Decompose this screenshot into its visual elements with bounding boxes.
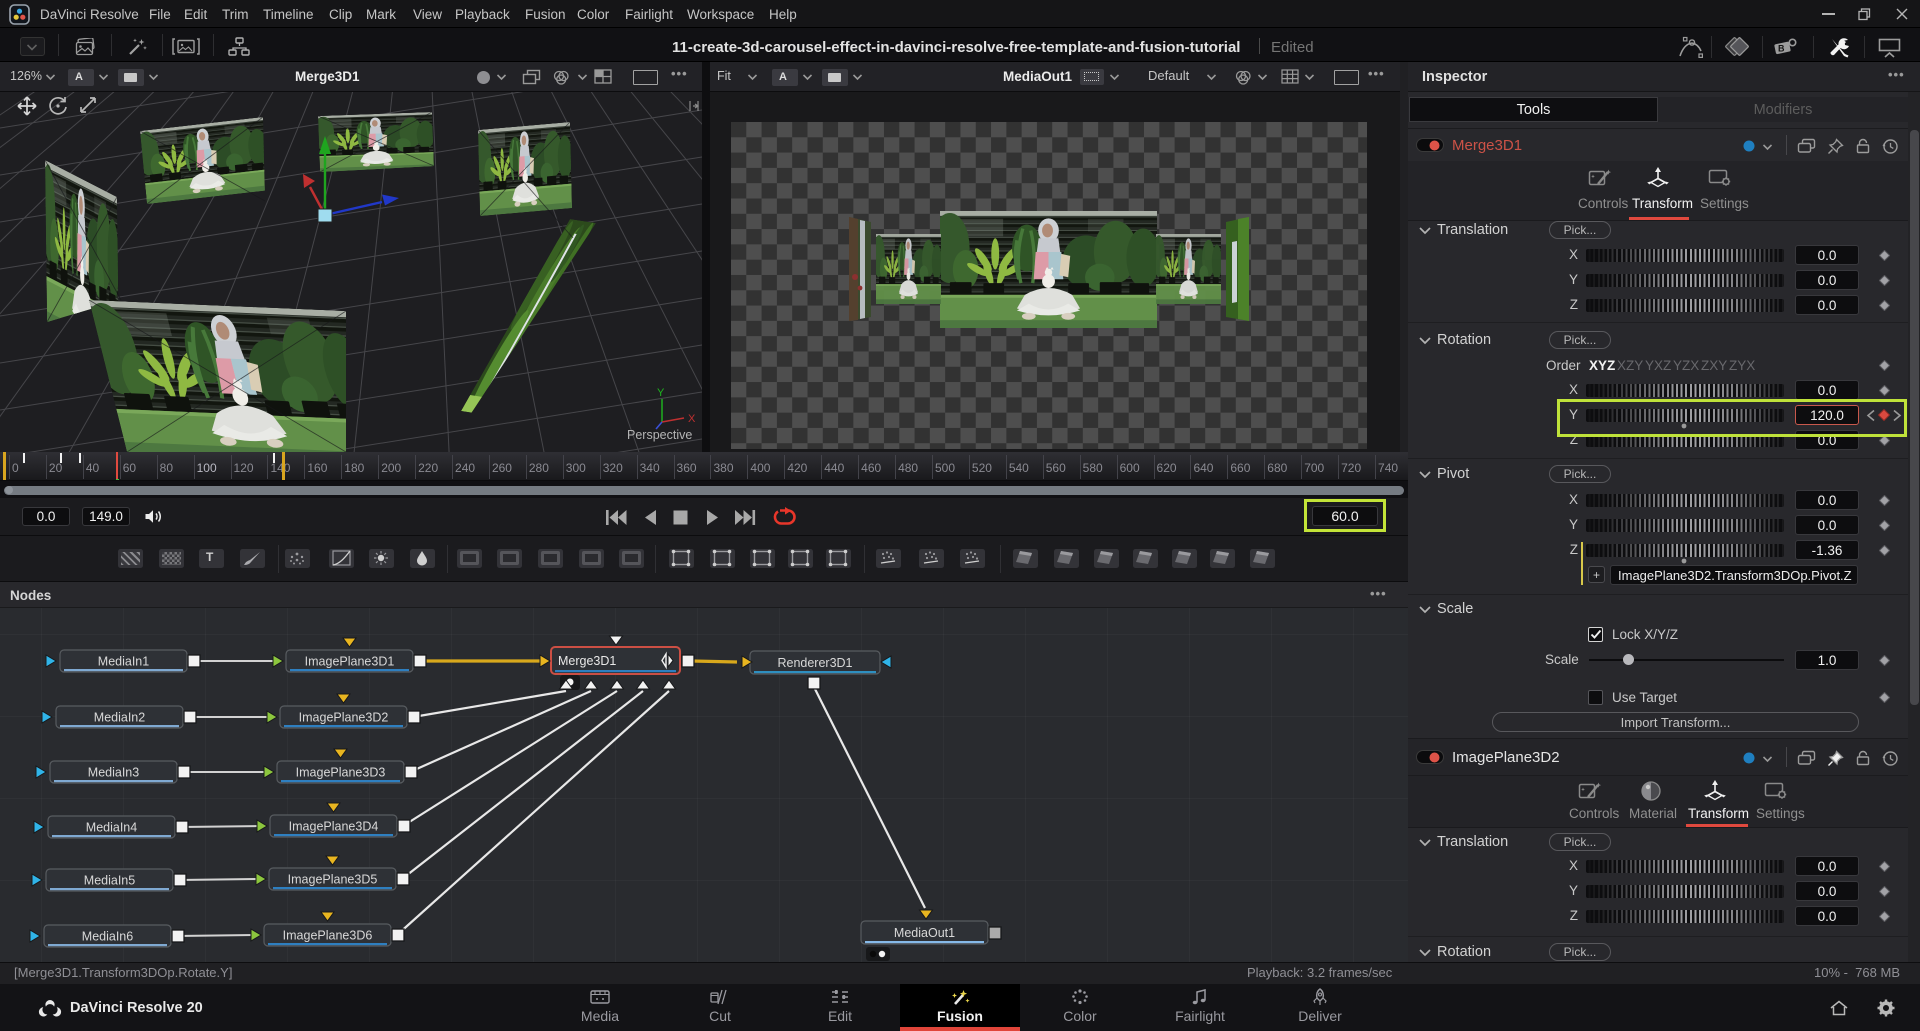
- svg-text:MediaIn3: MediaIn3: [88, 766, 139, 780]
- svg-text:ImagePlane3D4: ImagePlane3D4: [289, 820, 379, 834]
- svg-text:ImagePlane3D3: ImagePlane3D3: [296, 766, 386, 780]
- svg-text:ImagePlane3D2: ImagePlane3D2: [299, 711, 389, 725]
- svg-text:MediaIn1: MediaIn1: [98, 655, 149, 669]
- svg-text:Perspective: Perspective: [627, 428, 692, 442]
- svg-text:B: B: [1778, 44, 1785, 54]
- svg-text:ImagePlane3D6: ImagePlane3D6: [283, 929, 373, 943]
- svg-text:Y: Y: [657, 387, 665, 399]
- svg-text:MediaIn2: MediaIn2: [94, 711, 145, 725]
- svg-text:ImagePlane3D1: ImagePlane3D1: [305, 655, 395, 669]
- svg-text:MediaOut1: MediaOut1: [894, 926, 955, 940]
- svg-text:X: X: [688, 413, 696, 425]
- svg-text:Merge3D1: Merge3D1: [558, 654, 616, 668]
- svg-text:Renderer3D1: Renderer3D1: [777, 656, 852, 670]
- svg-text:MediaIn4: MediaIn4: [86, 821, 137, 835]
- svg-text:MediaIn6: MediaIn6: [82, 930, 133, 944]
- svg-text:MediaIn5: MediaIn5: [84, 874, 135, 888]
- svg-text:ImagePlane3D5: ImagePlane3D5: [288, 873, 378, 887]
